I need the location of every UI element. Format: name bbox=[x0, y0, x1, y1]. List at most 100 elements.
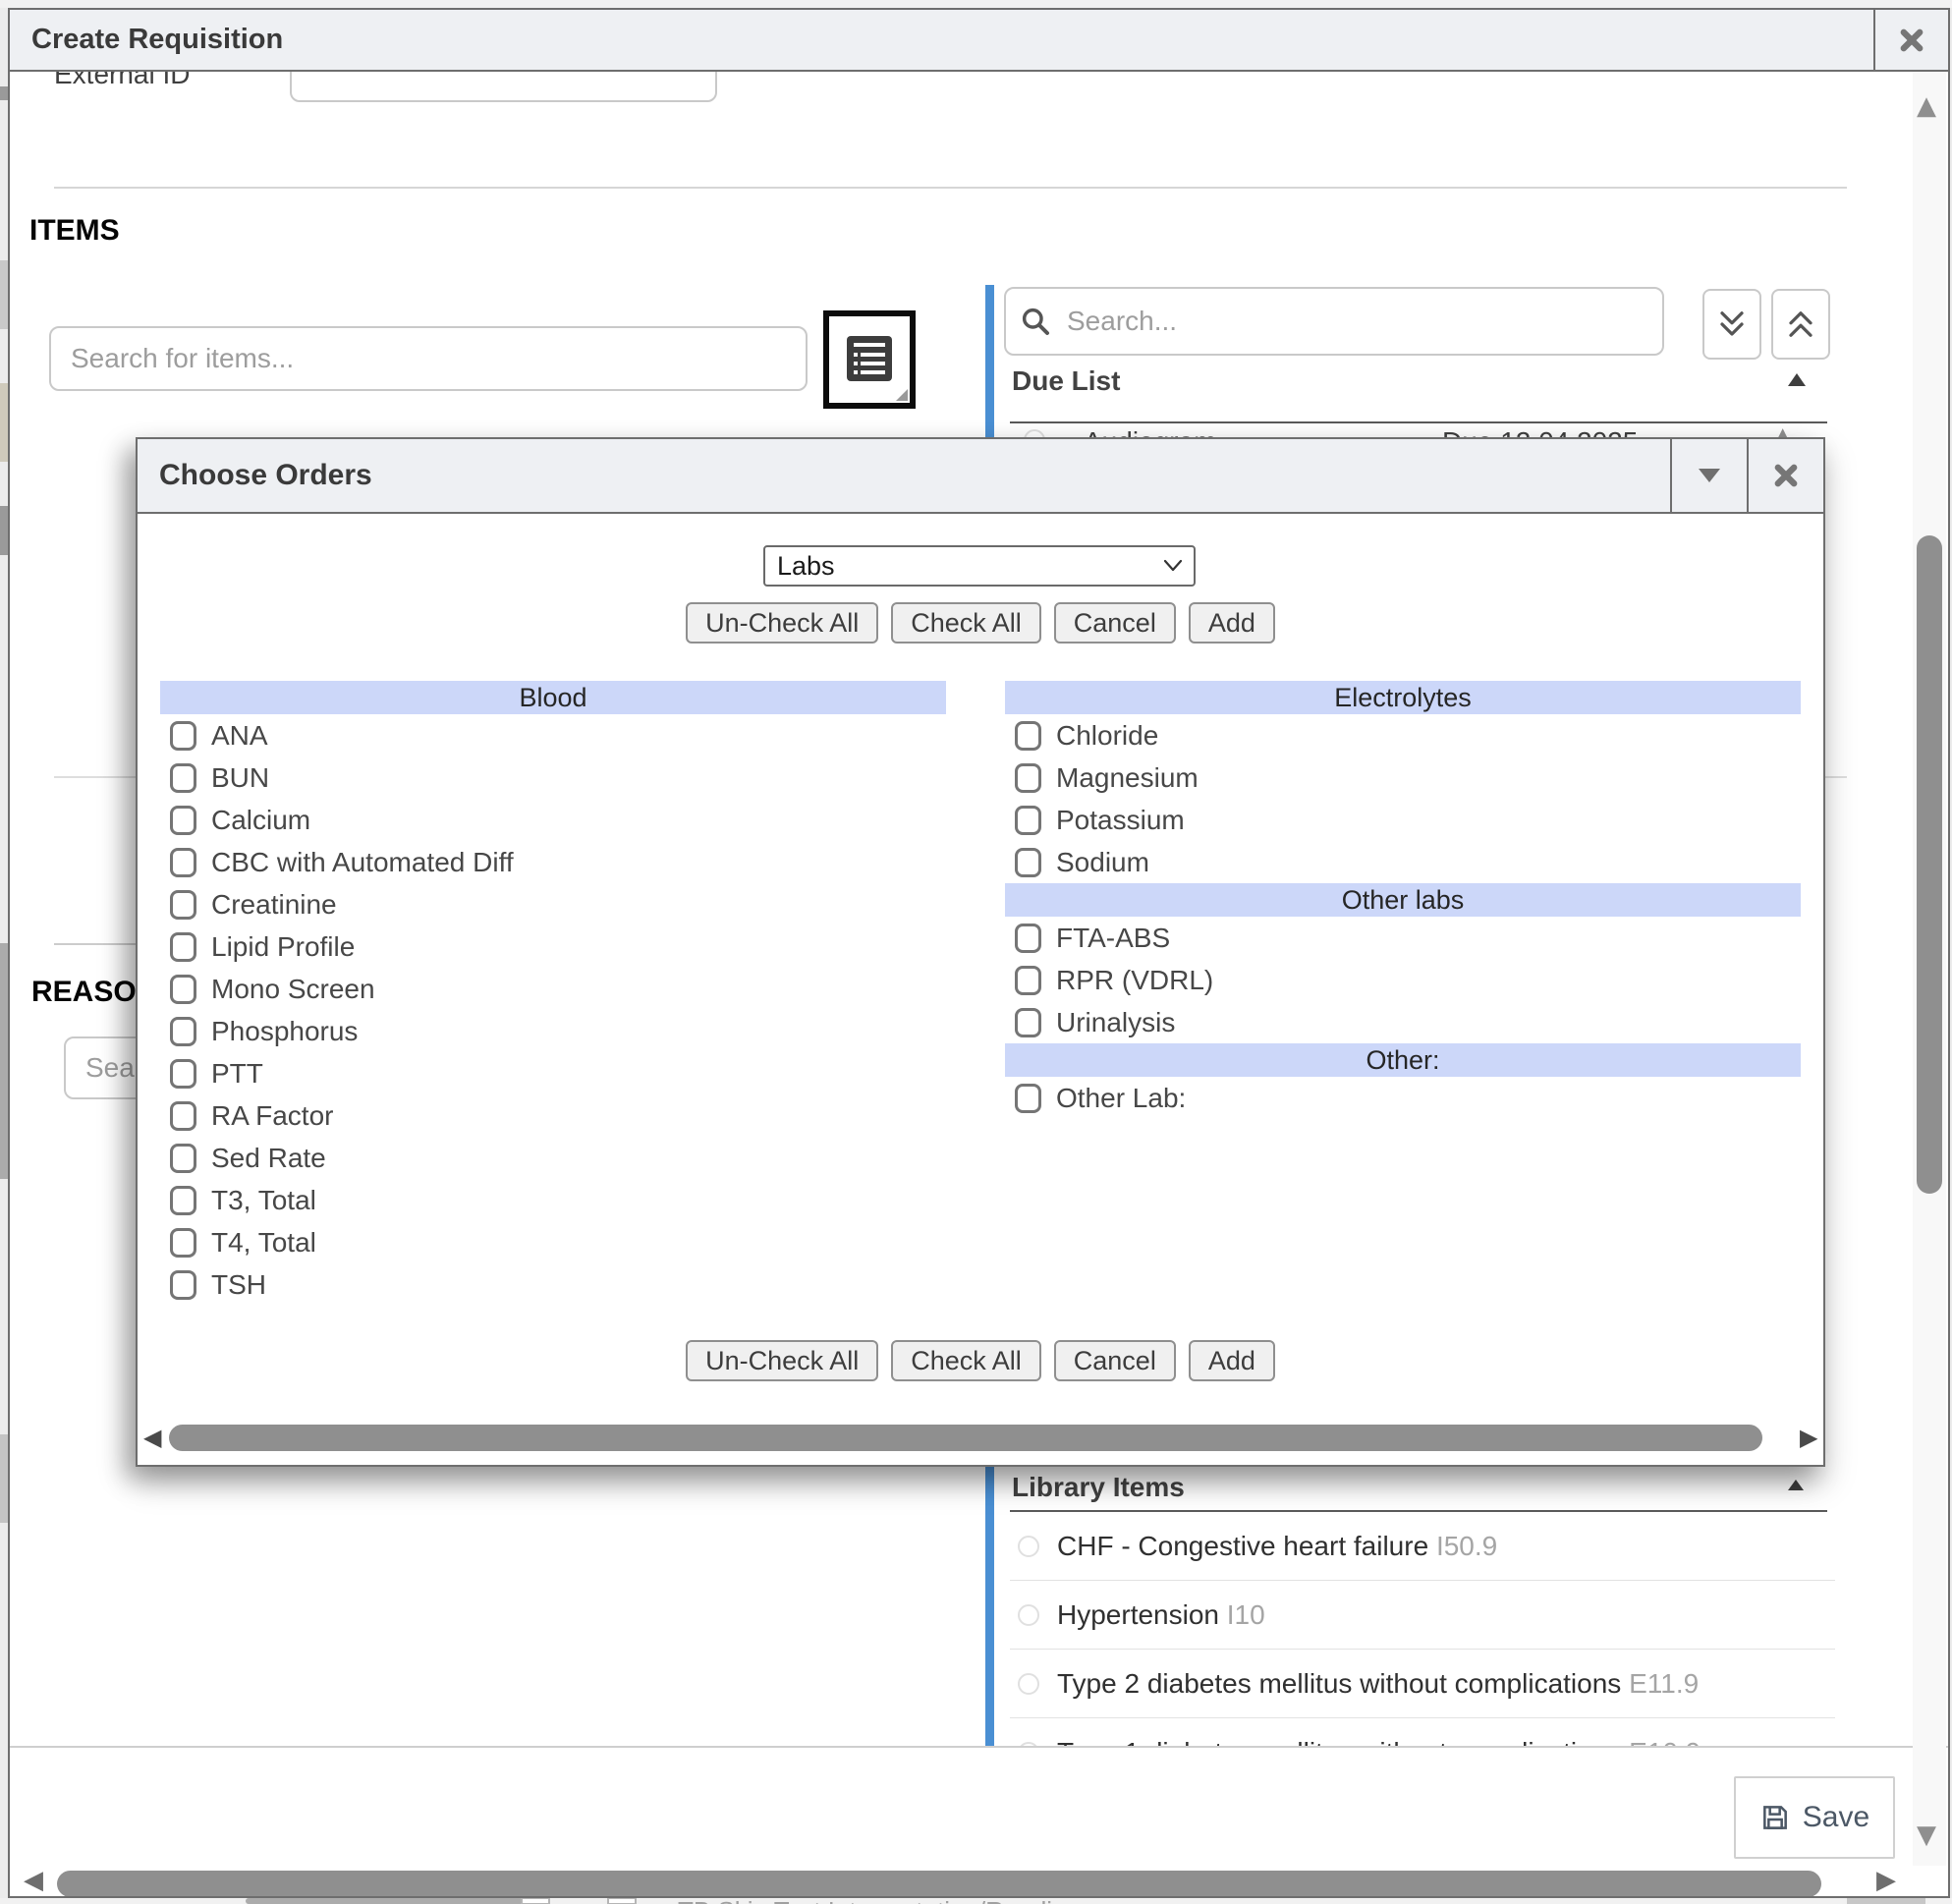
lab-group-header-other: Other: bbox=[1005, 1043, 1801, 1077]
cancel-button[interactable]: Cancel bbox=[1054, 1340, 1176, 1381]
lab-option-sed-rate[interactable]: Sed Rate bbox=[160, 1137, 946, 1179]
check-all-button[interactable]: Check All bbox=[891, 602, 1041, 644]
un-check-all-button[interactable]: Un-Check All bbox=[686, 1340, 878, 1381]
scroll-left-icon[interactable]: ◀ bbox=[143, 1426, 161, 1449]
checkbox-ra-factor[interactable] bbox=[170, 1101, 196, 1131]
checkbox-chloride[interactable] bbox=[1015, 721, 1041, 751]
lab-option-rpr-vdrl[interactable]: RPR (VDRL) bbox=[1005, 959, 1801, 1001]
lab-option-ptt[interactable]: PTT bbox=[160, 1052, 946, 1094]
scroll-up-icon[interactable]: ▲ bbox=[1917, 93, 1936, 119]
scroll-right-icon[interactable]: ▶ bbox=[1800, 1426, 1817, 1449]
diagnosis-code: I10 bbox=[1227, 1599, 1265, 1630]
lab-option-phosphorus[interactable]: Phosphorus bbox=[160, 1010, 946, 1052]
checkbox-cbc-with-automated-diff[interactable] bbox=[170, 848, 196, 877]
vertical-scrollbar-thumb[interactable] bbox=[1917, 535, 1942, 1194]
library-item-label: CHF - Congestive heart failure I50.9 bbox=[1057, 1531, 1497, 1562]
background-top-strip bbox=[0, 0, 1952, 8]
checkbox-fta-abs[interactable] bbox=[1015, 924, 1041, 953]
checkbox-lipid-profile[interactable] bbox=[170, 932, 196, 962]
choose-orders-list-button[interactable] bbox=[823, 310, 916, 409]
checkbox-other-lab[interactable] bbox=[1015, 1084, 1041, 1113]
checkbox-phosphorus[interactable] bbox=[170, 1017, 196, 1046]
lab-option-other-lab[interactable]: Other Lab: bbox=[1005, 1077, 1801, 1119]
library-item-hypertension[interactable]: Hypertension I10 bbox=[1010, 1581, 1835, 1650]
diagnosis-code: E10.9 bbox=[1629, 1737, 1701, 1746]
horizontal-scrollbar[interactable]: ◀ ▶ bbox=[12, 1866, 1911, 1895]
lab-option-ana[interactable]: ANA bbox=[160, 714, 946, 756]
lab-option-sodium[interactable]: Sodium bbox=[1005, 841, 1801, 883]
collapse-all-button[interactable] bbox=[1702, 289, 1761, 360]
panel-search bbox=[1004, 287, 1664, 356]
lab-option-label: Phosphorus bbox=[196, 1016, 358, 1047]
labs-column-left: BloodANABUNCalciumCBC with Automated Dif… bbox=[160, 681, 946, 1306]
checkbox-creatinine[interactable] bbox=[170, 890, 196, 920]
close-icon bbox=[1898, 27, 1925, 54]
save-button[interactable]: Save bbox=[1734, 1776, 1895, 1859]
checkbox-t4-total[interactable] bbox=[170, 1228, 196, 1258]
library-item-type-2-diabetes-mellitus-without-complic[interactable]: Type 2 diabetes mellitus without complic… bbox=[1010, 1650, 1835, 1718]
due-list-collapse-icon[interactable] bbox=[1788, 373, 1806, 386]
checkbox-potassium[interactable] bbox=[1015, 806, 1041, 835]
window-close-button[interactable] bbox=[1873, 10, 1948, 70]
background-fragment bbox=[0, 86, 8, 100]
checkbox-rpr-vdrl[interactable] bbox=[1015, 966, 1041, 995]
dialog-close-button[interactable] bbox=[1747, 439, 1823, 512]
checkbox-calcium[interactable] bbox=[170, 806, 196, 835]
checkbox-magnesium[interactable] bbox=[1015, 763, 1041, 793]
cancel-button[interactable]: Cancel bbox=[1054, 602, 1176, 644]
dialog-scrollbar-thumb[interactable] bbox=[169, 1425, 1762, 1451]
lab-option-t3-total[interactable]: T3, Total bbox=[160, 1179, 946, 1221]
lab-option-tsh[interactable]: TSH bbox=[160, 1263, 946, 1306]
lab-option-calcium[interactable]: Calcium bbox=[160, 799, 946, 841]
background-fragment bbox=[246, 1898, 530, 1904]
scroll-down-icon[interactable]: ▼ bbox=[1917, 1822, 1936, 1848]
lab-option-urinalysis[interactable]: Urinalysis bbox=[1005, 1001, 1801, 1043]
lab-option-label: Sodium bbox=[1041, 847, 1149, 878]
lab-option-chloride[interactable]: Chloride bbox=[1005, 714, 1801, 756]
lab-option-ra-factor[interactable]: RA Factor bbox=[160, 1094, 946, 1137]
add-button[interactable]: Add bbox=[1189, 1340, 1275, 1381]
checkbox-sodium[interactable] bbox=[1015, 848, 1041, 877]
radio-icon[interactable] bbox=[1018, 1673, 1039, 1695]
horizontal-scrollbar-thumb[interactable] bbox=[57, 1871, 1821, 1897]
lab-option-mono-screen[interactable]: Mono Screen bbox=[160, 968, 946, 1010]
lab-option-label: Lipid Profile bbox=[196, 931, 355, 963]
items-search-input[interactable] bbox=[49, 326, 808, 391]
lab-option-lipid-profile[interactable]: Lipid Profile bbox=[160, 925, 946, 968]
lab-option-potassium[interactable]: Potassium bbox=[1005, 799, 1801, 841]
checkbox-ana[interactable] bbox=[170, 721, 196, 751]
checkbox-sed-rate[interactable] bbox=[170, 1144, 196, 1173]
lab-option-label: CBC with Automated Diff bbox=[196, 847, 514, 878]
category-select-wrap: Labs bbox=[763, 545, 1196, 587]
lab-option-cbc-with-automated-diff[interactable]: CBC with Automated Diff bbox=[160, 841, 946, 883]
expand-all-button[interactable] bbox=[1771, 289, 1830, 360]
checkbox-tsh[interactable] bbox=[170, 1270, 196, 1300]
radio-icon[interactable] bbox=[1018, 1536, 1039, 1557]
checkbox-bun[interactable] bbox=[170, 763, 196, 793]
library-item-type-1-diabetes-mellitus-without-complic[interactable]: Type 1 diabetes mellitus without complic… bbox=[1010, 1718, 1835, 1746]
dialog-horizontal-scrollbar[interactable]: ◀ ▶ bbox=[141, 1420, 1819, 1457]
lab-option-creatinine[interactable]: Creatinine bbox=[160, 883, 946, 925]
check-all-button[interactable]: Check All bbox=[891, 1340, 1041, 1381]
add-button[interactable]: Add bbox=[1189, 602, 1275, 644]
category-select[interactable]: Labs bbox=[763, 545, 1196, 587]
scroll-left-icon[interactable]: ◀ bbox=[24, 1868, 43, 1893]
panel-search-input[interactable] bbox=[1004, 287, 1664, 356]
scroll-right-icon[interactable]: ▶ bbox=[1876, 1868, 1896, 1893]
checkbox-t3-total[interactable] bbox=[170, 1186, 196, 1215]
checkbox-ptt[interactable] bbox=[170, 1059, 196, 1089]
lab-option-fta-abs[interactable]: FTA-ABS bbox=[1005, 917, 1801, 959]
lab-option-magnesium[interactable]: Magnesium bbox=[1005, 756, 1801, 799]
library-item-label: Type 1 diabetes mellitus without complic… bbox=[1057, 1737, 1701, 1746]
lab-option-t4-total[interactable]: T4, Total bbox=[160, 1221, 946, 1263]
lab-option-label: Chloride bbox=[1041, 720, 1158, 752]
lab-option-bun[interactable]: BUN bbox=[160, 756, 946, 799]
dialog-minimize-button[interactable] bbox=[1670, 439, 1747, 512]
radio-icon[interactable] bbox=[1018, 1604, 1039, 1626]
library-item-chf-congestive-heart-failure[interactable]: CHF - Congestive heart failure I50.9 bbox=[1010, 1512, 1835, 1581]
checkbox-urinalysis[interactable] bbox=[1015, 1008, 1041, 1037]
library-collapse-icon[interactable] bbox=[1788, 1480, 1804, 1490]
un-check-all-button[interactable]: Un-Check All bbox=[686, 602, 878, 644]
checkbox-mono-screen[interactable] bbox=[170, 975, 196, 1004]
vertical-scrollbar[interactable]: ▲ ▼ bbox=[1913, 72, 1946, 1866]
